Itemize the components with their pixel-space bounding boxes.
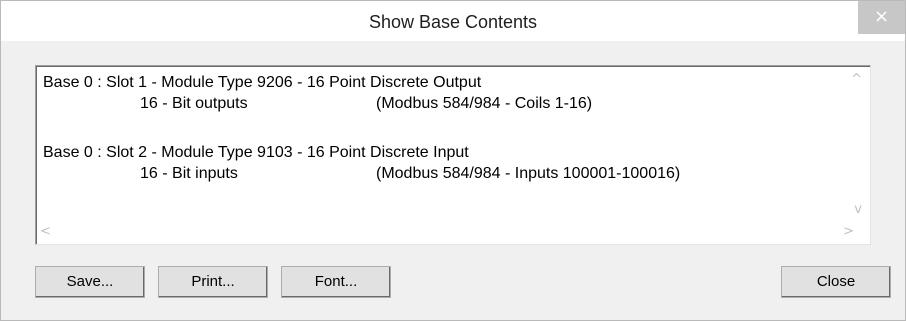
save-button[interactable]: Save... xyxy=(35,266,145,298)
scroll-up-icon[interactable]: ^ xyxy=(851,72,862,87)
scroll-right-icon[interactable]: > xyxy=(843,224,854,239)
entry-detail-row: 16 - Bit outputs (Modbus 584/984 - Coils… xyxy=(43,93,843,114)
scroll-left-icon[interactable]: < xyxy=(40,224,51,239)
font-button[interactable]: Font... xyxy=(281,266,391,298)
entry-mapping: (Modbus 584/984 - Coils 1-16) xyxy=(376,95,593,112)
entry-detail-row: 16 - Bit inputs (Modbus 584/984 - Inputs… xyxy=(43,163,843,184)
title-bar[interactable]: Show Base Contents × xyxy=(1,1,905,41)
base-contents-textbox[interactable]: Base 0 : Slot 1 - Module Type 9206 - 16 … xyxy=(35,65,871,245)
entry-header: Base 0 : Slot 2 - Module Type 9103 - 16 … xyxy=(43,144,469,161)
list-item: Base 0 : Slot 2 - Module Type 9103 - 16 … xyxy=(43,142,843,192)
entry-header: Base 0 : Slot 1 - Module Type 9206 - 16 … xyxy=(43,74,482,91)
print-button[interactable]: Print... xyxy=(158,266,268,298)
list-item: Base 0 : Slot 1 - Module Type 9206 - 16 … xyxy=(43,72,843,122)
close-button[interactable]: Close xyxy=(781,266,891,298)
entry-mapping: (Modbus 584/984 - Inputs 100001-100016) xyxy=(376,165,681,182)
entry-detail: 16 - Bit inputs xyxy=(140,165,238,182)
text-area: Base 0 : Slot 1 - Module Type 9206 - 16 … xyxy=(43,72,843,232)
close-icon[interactable]: × xyxy=(858,1,905,34)
window-title: Show Base Contents xyxy=(368,12,538,32)
entry-detail: 16 - Bit outputs xyxy=(140,95,248,112)
scroll-down-icon[interactable]: v xyxy=(854,202,862,217)
dialog-window: Show Base Contents × Base 0 : Slot 1 - M… xyxy=(0,0,906,321)
